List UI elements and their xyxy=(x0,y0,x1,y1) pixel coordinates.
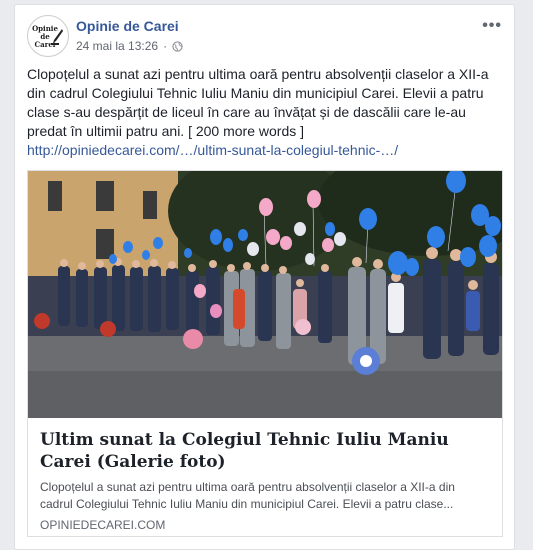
post-link[interactable]: http://opiniedecarei.com/…/ultim-sunat-l… xyxy=(27,141,505,160)
page-avatar[interactable]: Opinie de Carei xyxy=(27,15,69,57)
post-message: Clopoțelul a sunat azi pentru ultima oar… xyxy=(27,65,505,160)
globe-icon[interactable] xyxy=(172,40,183,52)
link-attachment[interactable]: Ultim sunat la Colegiul Tehnic Iuliu Man… xyxy=(27,170,503,537)
page-name[interactable]: Opinie de Carei xyxy=(76,18,179,34)
pen-icon xyxy=(51,29,63,45)
attachment-description: Clopoțelul a sunat azi pentru ultima oar… xyxy=(40,480,455,511)
graduation-photo xyxy=(28,171,502,418)
more-options-button[interactable]: ••• xyxy=(482,17,502,35)
post-timestamp[interactable]: 24 mai la 13:26 xyxy=(76,39,158,53)
post-card: Opinie de Carei Opinie de Carei 24 mai l… xyxy=(14,4,515,550)
attachment-photo[interactable] xyxy=(28,171,502,418)
attachment-domain: OPINIEDECAREI.COM xyxy=(40,518,166,532)
meta-separator: · xyxy=(163,39,168,53)
post-body: Clopoțelul a sunat azi pentru ultima oar… xyxy=(27,66,489,139)
post-header: Opinie de Carei Opinie de Carei 24 mai l… xyxy=(25,13,504,59)
attachment-title[interactable]: Ultim sunat la Colegiul Tehnic Iuliu Man… xyxy=(40,429,490,473)
post-meta: 24 mai la 13:26 · xyxy=(76,39,183,53)
